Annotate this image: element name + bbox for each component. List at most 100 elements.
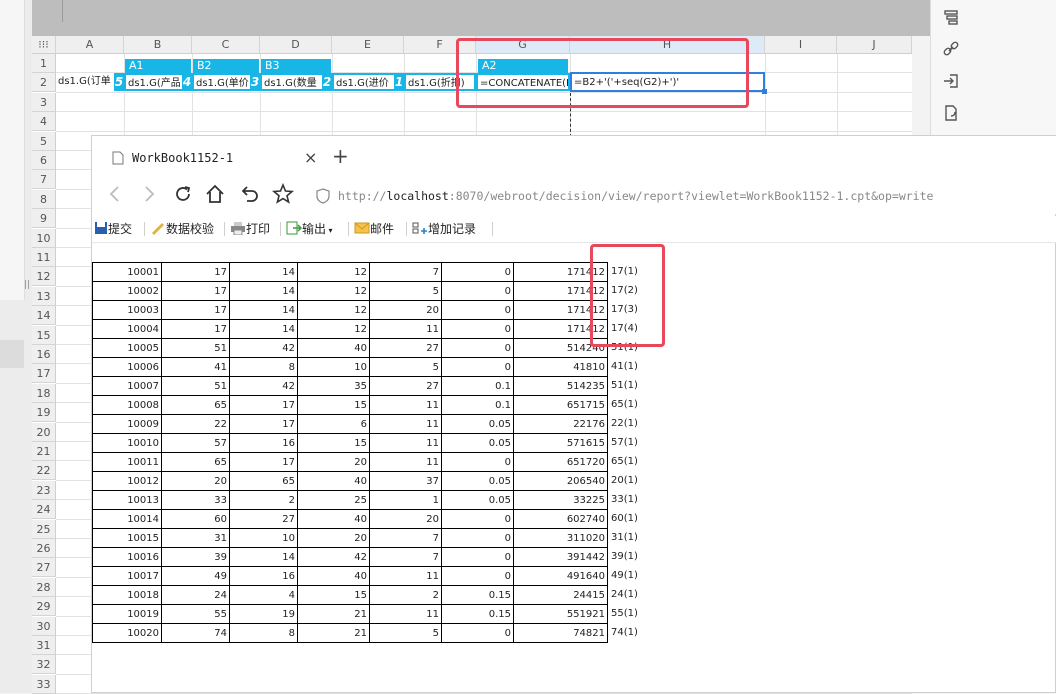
table-cell[interactable]: 74: [161, 623, 230, 643]
table-cell[interactable]: 10007: [92, 376, 162, 396]
concat-result-cell[interactable]: 20(1): [611, 471, 638, 490]
table-cell[interactable]: 51: [161, 338, 230, 358]
table-cell[interactable]: 0: [441, 509, 514, 529]
table-cell[interactable]: 0.05: [441, 433, 514, 453]
table-cell[interactable]: 7: [369, 547, 442, 567]
col-header-e[interactable]: E: [332, 36, 404, 54]
cell-e2[interactable]: ds1.G(进价: [332, 73, 396, 91]
table-cell[interactable]: 20: [369, 509, 442, 529]
table-cell[interactable]: 17: [161, 262, 230, 282]
table-cell[interactable]: 17: [229, 395, 298, 415]
row-header[interactable]: 32: [32, 655, 56, 675]
row-header[interactable]: 29: [32, 597, 56, 617]
submit-button[interactable]: 提交: [94, 220, 132, 238]
table-cell[interactable]: 27: [229, 509, 298, 529]
hyperlink-icon[interactable]: [939, 40, 963, 64]
row-header[interactable]: 4: [32, 112, 56, 132]
table-cell[interactable]: 11: [369, 414, 442, 434]
undo-icon[interactable]: [238, 183, 260, 208]
table-cell[interactable]: 311020: [513, 528, 608, 548]
table-cell[interactable]: 15: [297, 433, 370, 453]
table-cell[interactable]: 40: [297, 566, 370, 586]
table-cell[interactable]: 20: [161, 471, 230, 491]
table-cell[interactable]: 10002: [92, 281, 162, 301]
row-header[interactable]: 31: [32, 636, 56, 655]
table-cell[interactable]: 0.05: [441, 471, 514, 491]
concat-result-cell[interactable]: 22(1): [611, 414, 638, 433]
row-header[interactable]: 15: [32, 325, 56, 345]
concat-result-cell[interactable]: 65(1): [611, 452, 638, 471]
table-cell[interactable]: 20: [297, 528, 370, 548]
cell-d2[interactable]: ds1.G(数量: [260, 73, 324, 91]
table-cell[interactable]: 0.1: [441, 395, 514, 415]
table-cell[interactable]: 0.05: [441, 414, 514, 434]
table-cell[interactable]: 60: [161, 509, 230, 529]
address-bar[interactable]: http://localhost:8070/webroot/decision/v…: [312, 182, 1054, 210]
row-header[interactable]: 19: [32, 403, 56, 423]
table-cell[interactable]: 65: [161, 395, 230, 415]
table-cell[interactable]: 14: [229, 262, 298, 282]
table-cell[interactable]: 10: [229, 528, 298, 548]
table-cell[interactable]: 17: [161, 300, 230, 320]
print-button[interactable]: 打印: [230, 220, 270, 238]
row-header[interactable]: 12: [32, 267, 56, 287]
new-tab-icon[interactable]: +: [332, 144, 349, 168]
table-cell[interactable]: 651715: [513, 395, 608, 415]
row-header[interactable]: 9: [32, 209, 56, 229]
row-header[interactable]: 10: [32, 228, 56, 248]
table-cell[interactable]: 16: [229, 566, 298, 586]
table-cell[interactable]: 5: [369, 623, 442, 643]
table-cell[interactable]: 24: [161, 585, 230, 605]
table-cell[interactable]: 11: [369, 566, 442, 586]
table-cell[interactable]: 21: [297, 604, 370, 624]
table-cell[interactable]: 0: [441, 528, 514, 548]
concat-result-cell[interactable]: 33(1): [611, 490, 638, 509]
row-header[interactable]: 5: [32, 131, 56, 151]
table-cell[interactable]: 40: [297, 471, 370, 491]
table-cell[interactable]: 14: [229, 319, 298, 339]
col-header-d[interactable]: D: [260, 36, 332, 54]
row-header[interactable]: 11: [32, 248, 56, 267]
table-cell[interactable]: 10005: [92, 338, 162, 358]
table-cell[interactable]: 602740: [513, 509, 608, 529]
row-header[interactable]: 2: [32, 73, 56, 93]
table-cell[interactable]: 0: [441, 319, 514, 339]
export-icon[interactable]: [939, 104, 963, 128]
table-cell[interactable]: 11: [369, 452, 442, 472]
table-cell[interactable]: 491640: [513, 566, 608, 586]
col-header-i[interactable]: I: [765, 36, 837, 54]
table-cell[interactable]: 651720: [513, 452, 608, 472]
table-cell[interactable]: 17: [161, 319, 230, 339]
table-cell[interactable]: 6: [297, 414, 370, 434]
concat-result-cell[interactable]: 55(1): [611, 604, 638, 623]
table-cell[interactable]: 10008: [92, 395, 162, 415]
row-header[interactable]: 8: [32, 189, 56, 209]
row-header[interactable]: 22: [32, 461, 56, 481]
concat-result-cell[interactable]: 49(1): [611, 566, 638, 585]
table-cell[interactable]: 551921: [513, 604, 608, 624]
table-cell[interactable]: 16: [229, 433, 298, 453]
row-header[interactable]: 1: [32, 54, 56, 73]
table-cell[interactable]: 25: [297, 490, 370, 510]
table-cell[interactable]: 571615: [513, 433, 608, 453]
concat-result-cell[interactable]: 41(1): [611, 357, 638, 376]
site-security-icon[interactable]: [316, 188, 330, 207]
cell-element-icon[interactable]: [939, 8, 963, 32]
table-cell[interactable]: 10006: [92, 357, 162, 377]
table-cell[interactable]: 10020: [92, 623, 162, 643]
left-panel-tab[interactable]: [0, 340, 24, 368]
table-cell[interactable]: 0: [441, 452, 514, 472]
table-cell[interactable]: 11: [369, 395, 442, 415]
table-cell[interactable]: 22176: [513, 414, 608, 434]
table-cell[interactable]: 10014: [92, 509, 162, 529]
table-cell[interactable]: 0: [441, 338, 514, 358]
table-cell[interactable]: 4: [229, 585, 298, 605]
browser-tab[interactable]: WorkBook1152-1 ×: [98, 140, 322, 178]
table-cell[interactable]: 1: [369, 490, 442, 510]
bookmark-star-icon[interactable]: [272, 182, 294, 208]
row-header[interactable]: 26: [32, 539, 56, 558]
table-cell[interactable]: 17: [229, 452, 298, 472]
table-cell[interactable]: 40: [297, 338, 370, 358]
table-cell[interactable]: 10012: [92, 471, 162, 491]
table-cell[interactable]: 39: [161, 547, 230, 567]
